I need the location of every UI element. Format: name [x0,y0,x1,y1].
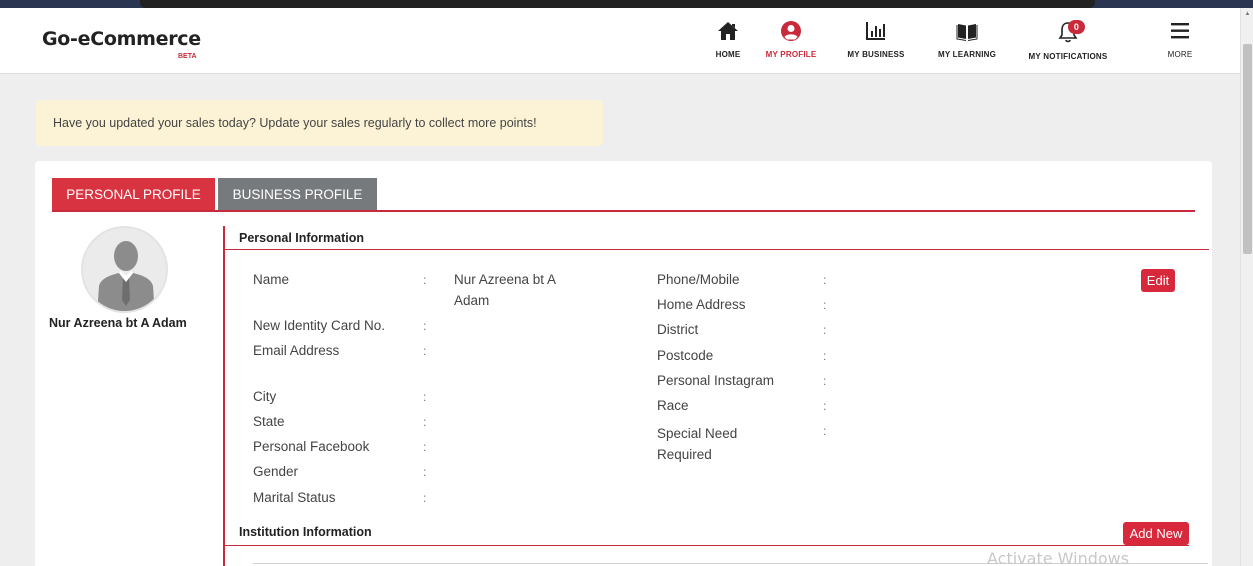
field-label-postcode: Postcode [657,348,714,363]
profile-card [35,161,1212,566]
field-colon: : [423,273,427,287]
field-colon: : [423,415,427,429]
browser-top-bar [140,0,1095,8]
field-colon: : [423,390,427,404]
bell-icon: 0 [1022,20,1114,46]
nav-my-business[interactable]: MY BUSINESS [840,20,912,59]
nav-my-profile[interactable]: MY PROFILE [760,20,822,59]
beta-tag: BETA [178,53,197,60]
field-label-ic-number: New Identity Card No. [253,318,386,333]
tab-personal-profile[interactable]: PERSONAL PROFILE [52,178,215,211]
scrollbar-thumb[interactable] [1243,44,1252,254]
nav-more[interactable]: MORE [1160,20,1200,59]
nav-more-label: MORE [1167,50,1193,59]
activate-windows-watermark: Activate Windows [987,549,1130,566]
field-label-email: Email Address [253,343,340,358]
nav-my-learning[interactable]: MY LEARNING [932,20,1002,59]
field-value-name: Nur Azreena bt A Adam [454,269,556,311]
field-colon: : [423,491,427,505]
field-label-district: District [657,322,699,337]
edit-button[interactable]: Edit [1141,269,1175,292]
avatar [81,226,168,313]
nav-home-label: HOME [715,50,741,59]
field-colon: : [823,374,827,388]
nav-my-notifications[interactable]: 0 MY NOTIFICATIONS [1022,20,1114,61]
field-colon: : [823,399,827,413]
column-divider [223,226,225,566]
field-label-special-need: Special Need Required [657,423,737,465]
nav-my-business-label: MY BUSINESS [847,50,905,59]
tabs-underline [52,210,1195,212]
user-circle-icon [760,20,822,46]
profile-name: Nur Azreena bt A Adam [49,316,187,330]
nav-my-profile-label: MY PROFILE [765,50,817,59]
field-colon: : [823,349,827,363]
sales-reminder-alert: Have you updated your sales today? Updat… [36,100,603,146]
scroll-up-arrow-icon[interactable]: ▲ [1241,8,1253,20]
field-label-marital-status: Marital Status [253,490,336,505]
field-colon: : [423,344,427,358]
field-colon: : [823,273,827,287]
nav-my-notifications-label: MY NOTIFICATIONS [1028,52,1108,61]
field-colon: : [823,323,827,337]
hamburger-menu-icon [1160,20,1200,46]
field-colon: : [423,319,427,333]
add-new-button[interactable]: Add New [1123,522,1189,545]
book-icon [932,20,1002,46]
bar-chart-icon [840,20,912,46]
field-colon: : [423,465,427,479]
nav-home[interactable]: HOME [706,20,750,59]
field-colon: : [823,424,827,438]
field-value-name-line2: Adam [454,293,490,308]
app-header: Go-eCommerce BETA HOME MY PROFILE MY BUS… [0,8,1240,74]
nav-my-learning-label: MY LEARNING [937,50,997,59]
field-label-state: State [253,414,285,429]
personal-information-underline [225,249,1209,250]
field-label-city: City [253,389,277,404]
page-scrollbar[interactable]: ▲ [1240,8,1253,566]
tab-business-profile[interactable]: BUSINESS PROFILE [218,178,377,211]
institution-information-title: Institution Information [239,525,372,539]
field-colon: : [423,440,427,454]
field-label-gender: Gender [253,464,299,479]
field-label-name: Name [253,272,290,287]
field-label-home-address: Home Address [657,297,746,312]
field-label-phone: Phone/Mobile [657,272,740,287]
notification-count-badge: 0 [1068,20,1085,34]
field-label-race: Race [657,398,689,413]
field-label-special-need-line2: Required [657,447,712,462]
field-colon: : [823,298,827,312]
field-label-special-need-line1: Special Need [657,426,738,441]
home-icon [706,20,750,46]
personal-information-title: Personal Information [239,231,365,245]
app-logo[interactable]: Go-eCommerce [42,28,201,50]
default-user-silhouette-icon [97,241,155,311]
field-label-instagram: Personal Instagram [657,373,775,388]
institution-information-underline [225,545,1189,546]
field-value-name-line1: Nur Azreena bt A [454,272,557,287]
field-label-facebook: Personal Facebook [253,439,370,454]
